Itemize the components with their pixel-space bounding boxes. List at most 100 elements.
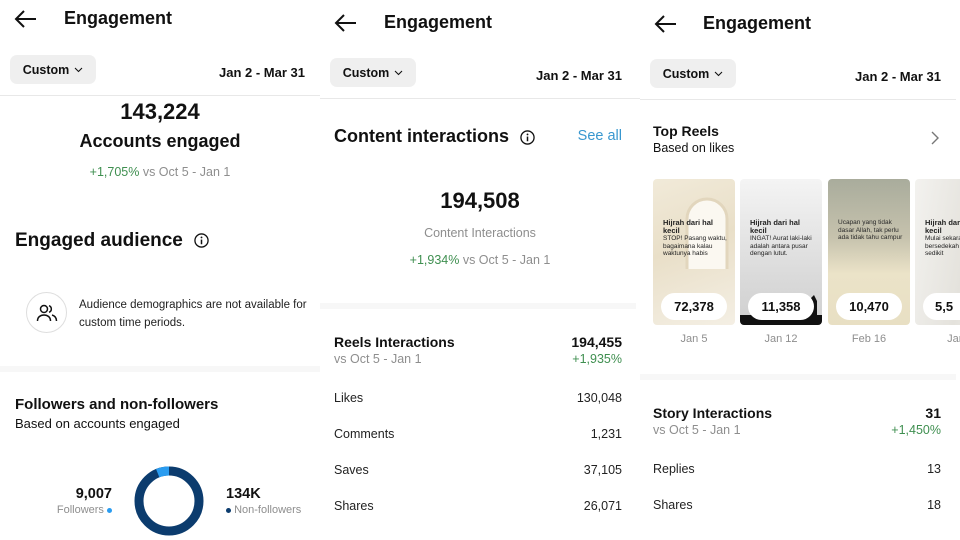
reel-heading: Hijrah dari hal kecil (663, 218, 714, 235)
non-followers-stat: 134K Non-followers (226, 486, 301, 516)
list-item: Shares 26,071 (334, 499, 622, 513)
metric-value: 13 (927, 462, 941, 476)
story-interactions-value: 31 (925, 405, 941, 421)
date-range: Jan 2 - Mar 31 (219, 65, 305, 80)
custom-label: Custom (22, 62, 70, 77)
reel-like-count: 10,470 (836, 293, 902, 320)
see-all-link[interactable]: See all (578, 128, 622, 144)
non-followers-value: 134K (226, 486, 261, 502)
arrow-left-icon (14, 10, 36, 28)
metric-label: Comments (334, 427, 395, 441)
info-icon[interactable] (194, 233, 209, 249)
back-button[interactable] (654, 14, 678, 34)
back-button[interactable] (334, 13, 358, 33)
list-item: Likes 130,048 (334, 391, 622, 405)
story-interactions-title: Story Interactions (653, 405, 773, 421)
accounts-engaged-change-row: +1,705% vs Oct 5 - Jan 1 (0, 165, 320, 179)
section-divider (0, 366, 320, 372)
audience-icon-container (26, 292, 67, 333)
reel-date: Jan 12 (764, 333, 798, 345)
section-divider (640, 374, 956, 380)
page-title: Engagement (64, 8, 173, 28)
engaged-audience-title: Engaged audience (15, 230, 183, 251)
followers-section-subtitle: Based on accounts engaged (15, 416, 180, 431)
content-interactions-heading: Content interactions (334, 126, 535, 147)
followers-legend-dot (107, 507, 112, 513)
change-percent: +1,705% (89, 165, 140, 179)
metric-label: Shares (334, 499, 374, 513)
page-title: Engagement (384, 12, 493, 32)
page-title: Engagement (703, 13, 812, 33)
chevron-right-icon[interactable] (930, 130, 940, 146)
reel-thumbnail[interactable]: Hijrah dari hal kecilMulai sekarang, ber… (915, 179, 960, 325)
chevron-down-icon (74, 67, 83, 72)
reel-thumbnail[interactable]: Hijrah dari hal kecil STOP! Pasang waktu,… (653, 179, 735, 325)
reel-date: Jan 5 (680, 333, 708, 345)
custom-label: Custom (662, 66, 710, 81)
reel-like-count: 72,378 (661, 293, 727, 320)
accounts-engaged-value: 143,224 (120, 99, 200, 124)
content-interactions-label: Content Interactions (424, 226, 536, 240)
panel-content-interactions: Engagement Custom Jan 2 - Mar 31 Content… (320, 0, 640, 540)
reels-interactions-summary: Reels Interactions vs Oct 5 - Jan 1 194,… (334, 334, 622, 366)
demographics-notice: Audience demographics are not available … (79, 299, 307, 329)
reel-thumbnail[interactable]: Ucapan yang tidak dasar Allah, tak perlu… (828, 179, 910, 325)
chevron-down-icon (394, 70, 403, 75)
arrow-left-icon (334, 14, 356, 32)
reel-date: Jan (947, 333, 960, 345)
reels-interactions-title: Reels Interactions (334, 334, 455, 350)
divider (640, 99, 956, 100)
metric-value: 18 (927, 498, 941, 512)
custom-range-dropdown[interactable]: Custom (650, 59, 736, 88)
info-icon[interactable] (520, 130, 535, 145)
reels-comparison: vs Oct 5 - Jan 1 (334, 352, 422, 366)
comparison-period: vs Oct 5 - Jan 1 (462, 253, 551, 267)
metric-label: Replies (653, 462, 695, 476)
top-reels-subtitle: Based on likes (653, 141, 735, 155)
reel-heading: Hijrah dari hal kecil (750, 218, 801, 235)
custom-range-dropdown[interactable]: Custom (10, 55, 96, 84)
reel-like-count: 11,358 (748, 293, 814, 320)
custom-range-dropdown[interactable]: Custom (330, 58, 416, 87)
reels-interactions-value: 194,455 (571, 334, 622, 350)
story-change: +1,450% (891, 423, 941, 437)
date-range: Jan 2 - Mar 31 (536, 68, 622, 83)
list-item: Shares 18 (653, 498, 941, 512)
reel-body: Mulai sekarang, bersedekah walau sedikit (925, 235, 960, 257)
followers-section-title: Followers and non-followers (15, 396, 219, 413)
custom-label: Custom (342, 65, 390, 80)
followers-label: Followers (56, 504, 104, 516)
date-range: Jan 2 - Mar 31 (855, 69, 941, 84)
back-button[interactable] (14, 9, 38, 29)
donut-non-followers-segment (134, 466, 204, 536)
story-interactions-summary: Story Interactions vs Oct 5 - Jan 1 31 +… (653, 405, 941, 437)
divider (320, 98, 640, 99)
metric-value: 37,105 (583, 463, 622, 477)
list-item: Replies 13 (653, 462, 941, 476)
chevron-down-icon (714, 71, 723, 76)
engaged-audience-heading: Engaged audience (15, 230, 209, 252)
reels-change: +1,935% (572, 352, 622, 366)
reel-heading: Hijrah dari hal kecil (925, 218, 960, 235)
accounts-engaged-label: Accounts engaged (79, 131, 241, 151)
non-followers-label: Non-followers (234, 504, 302, 516)
reel-like-count: 5,5 (923, 293, 960, 320)
arrow-left-icon (654, 15, 676, 33)
reel-thumbnail[interactable]: Hijrah dari hal kecil INGAT! Aurat laki-l… (740, 179, 822, 325)
metric-label: Shares (653, 498, 693, 512)
reel-body: Ucapan yang tidak dasar Allah, tak perlu… (838, 219, 903, 241)
followers-value: 9,007 (75, 486, 112, 502)
content-interactions-title: Content interactions (334, 126, 510, 146)
content-interactions-change-row: +1,934% vs Oct 5 - Jan 1 (320, 253, 640, 267)
list-item: Saves 37,105 (334, 463, 622, 477)
story-comparison: vs Oct 5 - Jan 1 (653, 423, 741, 437)
panel-accounts-engaged: Engagement Custom Jan 2 - Mar 31 143,224… (0, 0, 320, 540)
list-item: Comments 1,231 (334, 427, 622, 441)
followers-donut-chart (134, 466, 204, 536)
people-icon (36, 304, 57, 321)
reel-body: STOP! Pasang waktu, bagaimana kalau wakt… (663, 235, 727, 257)
divider (0, 95, 320, 96)
metric-value: 1,231 (590, 427, 622, 441)
non-followers-legend-dot (226, 507, 231, 513)
top-reels-title: Top Reels (653, 123, 719, 139)
